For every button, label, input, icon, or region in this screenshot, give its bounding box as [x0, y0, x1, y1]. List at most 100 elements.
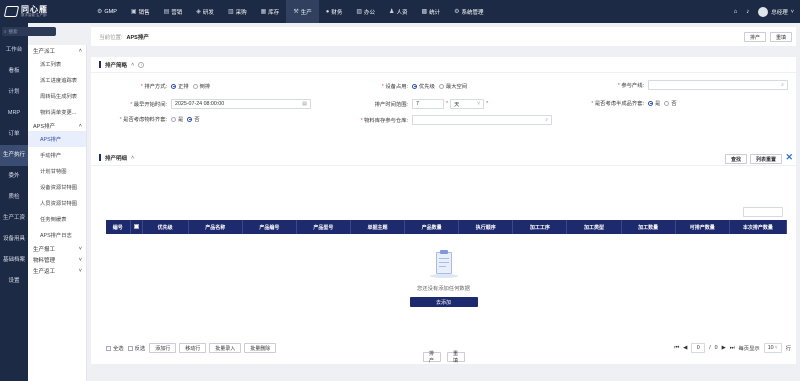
sidebar-item-11[interactable]: 设置: [0, 271, 28, 292]
select-all-checkbox[interactable]: 全选: [106, 344, 124, 352]
close-icon[interactable]: ✕: [785, 152, 793, 163]
subside-item[interactable]: 手动排产: [28, 147, 86, 163]
topnav-label: 办公: [364, 9, 376, 16]
money-icon: ●: [325, 8, 330, 15]
subside-group-2[interactable]: 生产报工 ˅: [28, 243, 86, 254]
subside-item[interactable]: 任务倒缓表: [28, 211, 86, 227]
material-radio-no[interactable]: 否: [187, 115, 200, 123]
top-bar: 同心雁 数字智能·生产部 ⚙ GMP ▣ 销售 ▤ 营销 ◈ 研发 ▥ 采购 ▦ 库存 ⚒ 生产 ● 财务 ▧ 办…: [0, 0, 800, 23]
method-label: 排产方式:: [144, 84, 167, 90]
subside-item[interactable]: APS排产日志: [28, 227, 86, 243]
column-header: 加工工序: [512, 220, 568, 234]
chevron-up-icon[interactable]: ˄: [131, 62, 134, 68]
brief-panel-header[interactable]: 排产简略 ˄ i: [91, 57, 796, 73]
user-menu[interactable]: 总经理 ˅: [758, 6, 794, 17]
breadcrumb-current: APS排产: [126, 34, 149, 41]
column-reset-button[interactable]: 列表重置: [749, 154, 782, 164]
prev-page-icon[interactable]: ◀: [683, 345, 687, 351]
subside-group-label: 生产报工: [33, 246, 56, 253]
topnav-label: 研发: [202, 9, 214, 16]
device-radio-maxspace[interactable]: 最大空间: [438, 82, 468, 90]
topnav-item-2[interactable]: ▤ 营销: [157, 0, 190, 23]
detail-panel-header[interactable]: 排产明细 ˄ 查找 列表重置 ✕: [91, 150, 796, 166]
sidebar-item-3[interactable]: MRP: [0, 103, 28, 124]
schedule-button-top[interactable]: 排产: [743, 32, 766, 42]
subside-item[interactable]: 物料清单变更...: [28, 104, 86, 120]
sidebar-item-0[interactable]: 工作台: [0, 40, 28, 61]
last-page-icon[interactable]: ⏭: [730, 345, 735, 352]
range-input[interactable]: 7: [412, 99, 444, 109]
line-input[interactable]: ⌕: [648, 80, 788, 90]
schedule-button-bottom[interactable]: 排产: [423, 351, 441, 364]
subside-group-0[interactable]: 生产派工 ˄: [28, 45, 86, 56]
sidebar-search-input[interactable]: 搜索: [9, 29, 18, 35]
topnav-item-1[interactable]: ▣ 销售: [124, 0, 157, 23]
range-unit-select[interactable]: 天 ˅: [450, 99, 485, 109]
topnav-item-8[interactable]: ▧ 办公: [349, 0, 382, 23]
add-button[interactable]: 去添加: [409, 297, 478, 307]
subside-group-3[interactable]: 物料管理 ˅: [28, 254, 86, 265]
detail-table: 编号 优先级 产品名称 产品编号 产品型号 单据主题 产品数量 执行顺序 加工工序 加工类型 加工数…: [106, 220, 788, 234]
sidebar-item-9[interactable]: 设备用具: [0, 229, 28, 250]
subside-item[interactable]: 周转码生成列表: [28, 88, 86, 104]
topnav-item-4[interactable]: ▥ 采购: [221, 0, 254, 23]
reset-button-bottom[interactable]: 重填: [447, 351, 465, 364]
sidebar-item-6[interactable]: 委外: [0, 166, 28, 187]
table-filter-input[interactable]: [743, 207, 783, 217]
brief-title: 排产简略: [105, 62, 128, 69]
device-radio-priority[interactable]: 优先级: [412, 82, 435, 90]
topnav-item-11[interactable]: ⚙ 系统管理: [447, 0, 490, 23]
subside-group-4[interactable]: 生产返工 ˅: [28, 265, 86, 276]
reset-button-top[interactable]: 重填: [769, 32, 792, 42]
topnav-item-10[interactable]: ▩ 统计: [414, 0, 447, 23]
subside-item[interactable]: 计划甘特图: [28, 163, 86, 179]
device-opt-priority: 优先级: [419, 84, 435, 90]
subside-item[interactable]: 派工进度追踪表: [28, 72, 86, 88]
sidebar-item-7[interactable]: 质检: [0, 187, 28, 208]
page-value: 0: [696, 345, 700, 351]
chevron-down-icon: ˅: [774, 345, 778, 351]
subside-group-1[interactable]: APS排产 ˄: [28, 120, 86, 131]
subside-item[interactable]: APS排产: [28, 131, 86, 147]
home-icon[interactable]: ⌂: [734, 9, 738, 15]
semi-radio-yes[interactable]: 是: [648, 99, 660, 107]
method-opt-backward: 倒排: [199, 84, 211, 90]
header-checkbox[interactable]: [130, 220, 143, 234]
topnav-item-6[interactable]: ⚒ 生产: [286, 0, 319, 23]
device-opt-maxspace: 最大空间: [445, 84, 468, 90]
checkbox[interactable]: [133, 224, 139, 230]
logo: 同心雁 数字智能·生产部: [0, 0, 88, 23]
search-button[interactable]: 查找: [724, 154, 747, 164]
next-page-icon[interactable]: ▶: [722, 345, 726, 351]
chevron-up-icon[interactable]: ˄: [131, 155, 134, 161]
subside-item[interactable]: 人员资源甘特图: [28, 195, 86, 211]
invert-checkbox[interactable]: 反选: [127, 344, 145, 352]
semi-radio-no[interactable]: 否: [664, 99, 677, 107]
chevron-up-icon: ˄: [78, 122, 82, 129]
method-radio-forward[interactable]: 正排: [171, 82, 189, 90]
subside-item[interactable]: 派工列表: [28, 56, 86, 72]
sidebar-item-4[interactable]: 订单: [0, 124, 28, 145]
sidebar-search[interactable]: ⌕ 搜索: [2, 27, 56, 36]
topnav-item-0[interactable]: ⚙ GMP: [90, 0, 124, 23]
topnav-item-9[interactable]: ♟ 人资: [382, 0, 414, 23]
column-header: 编号: [106, 220, 131, 234]
topnav-item-5[interactable]: ▦ 库存: [254, 0, 287, 23]
topnav-item-7[interactable]: ● 财务: [319, 0, 350, 23]
sidebar-item-5[interactable]: 生产执行: [0, 145, 28, 166]
first-page-icon[interactable]: ⏮: [674, 345, 679, 352]
sidebar-item-8[interactable]: 生产工资: [0, 208, 28, 229]
sidebar-item-10[interactable]: 基础档案: [0, 250, 28, 271]
stock-input[interactable]: ⌕: [412, 115, 552, 125]
method-radio-backward[interactable]: 倒排: [192, 82, 211, 90]
sidebar-item-2[interactable]: 计划: [0, 82, 28, 103]
chevron-down-icon: ˅: [78, 256, 82, 263]
material-radio-yes[interactable]: 是: [171, 115, 183, 123]
material-field: * 是否考虑物料齐套: 是 否: [119, 115, 200, 123]
start-time-input[interactable]: 2025-07-24 08:00:00 ▤: [171, 99, 311, 109]
bell-icon[interactable]: ♪: [746, 9, 749, 15]
topnav-item-3[interactable]: ◈ 研发: [189, 0, 221, 23]
calendar-icon: ▤: [302, 101, 307, 107]
sidebar-item-1[interactable]: 看板: [0, 61, 28, 82]
subside-item[interactable]: 设备资源甘特图: [28, 179, 86, 195]
